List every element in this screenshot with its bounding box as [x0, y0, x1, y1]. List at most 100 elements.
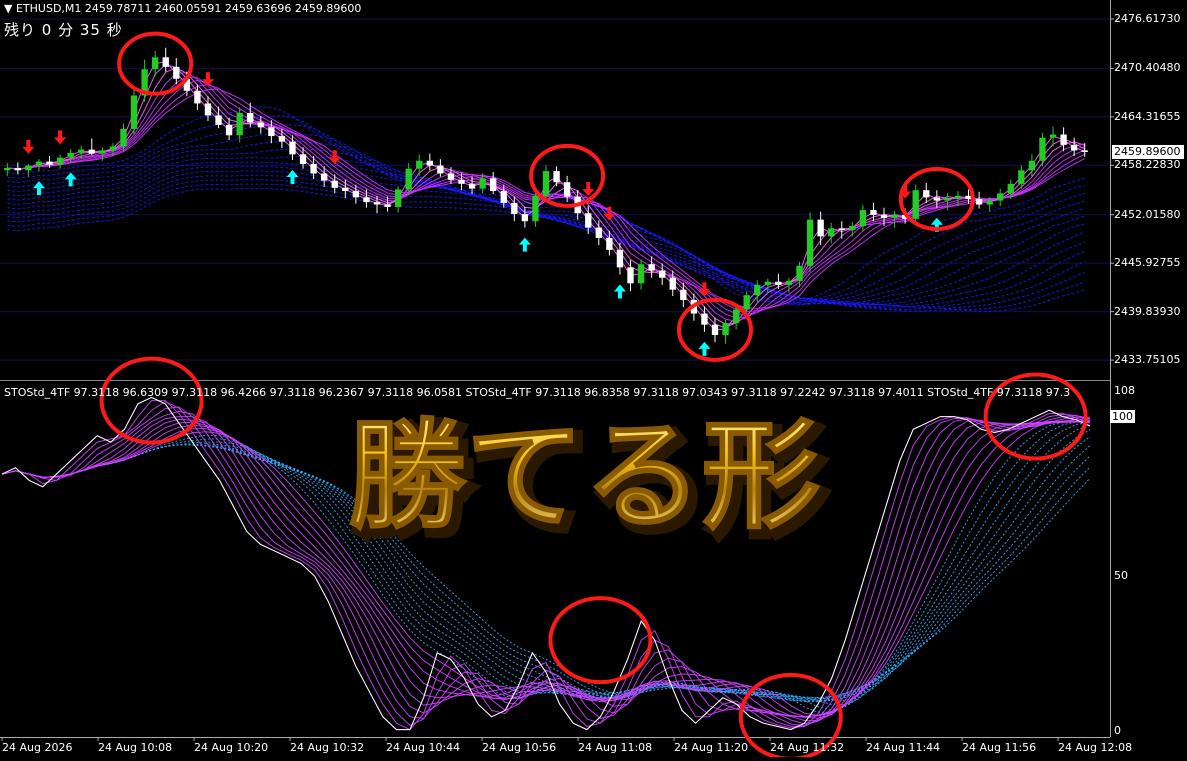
oscillator-tick-label: 0	[1114, 724, 1121, 737]
candle-body	[923, 190, 930, 198]
time-tick-label: 24 Aug 11:32	[770, 741, 845, 754]
candle-body	[849, 226, 856, 230]
oscillator-tick-label: 108	[1114, 384, 1135, 397]
candle-body	[151, 57, 159, 70]
candle-body	[67, 152, 74, 158]
candle-body	[616, 249, 624, 268]
candle-body	[511, 202, 518, 215]
candle-body	[563, 182, 571, 197]
candle-body	[247, 113, 254, 123]
candle-body	[384, 204, 391, 207]
candle-body	[743, 295, 750, 310]
candle-body	[1007, 183, 1014, 194]
candle-body	[215, 115, 222, 125]
time-tick-label: 24 Aug 10:56	[482, 741, 557, 754]
candle-body	[944, 198, 951, 201]
chart-canvas[interactable]	[0, 0, 1187, 761]
candle-body	[25, 165, 32, 171]
candle-body	[289, 141, 296, 155]
candle-body	[405, 168, 412, 190]
symbol-info-text: ETHUSD,M1 2459.78711 2460.05591 2459.636…	[15, 2, 362, 15]
candle-body	[447, 173, 455, 180]
candle-body	[627, 267, 634, 284]
symbol-info: ▼ ETHUSD,M1 2459.78711 2460.05591 2459.6…	[4, 2, 361, 15]
candle-body	[416, 160, 423, 169]
candle-body	[35, 161, 43, 166]
candle-body	[268, 127, 275, 137]
time-tick-label: 24 Aug 2026	[2, 741, 73, 754]
candle-body	[1049, 134, 1057, 138]
candle-body	[553, 171, 560, 183]
candle-body	[648, 264, 655, 271]
symbol-menu-icon[interactable]: ▼	[4, 2, 16, 15]
candle-body	[542, 171, 550, 196]
candle-body	[954, 195, 962, 199]
candle-body	[637, 264, 645, 284]
candle-body	[204, 103, 212, 116]
price-tick-label: 2433.75105	[1114, 353, 1181, 367]
candle-body	[1081, 150, 1088, 152]
candle-body	[880, 214, 888, 219]
candle-body	[1018, 170, 1025, 184]
candle-body	[775, 281, 782, 285]
candle-body	[680, 289, 687, 301]
oscillator-tick-label: 100	[1110, 409, 1135, 423]
candle-body	[46, 161, 53, 165]
candle-body	[162, 57, 169, 67]
candle-body	[785, 280, 793, 285]
chart-stage: ▼ ETHUSD,M1 2459.78711 2460.05591 2459.6…	[0, 0, 1187, 761]
candle-body	[426, 160, 433, 166]
candle-body	[975, 198, 983, 205]
candle-body	[120, 128, 127, 147]
candle-body	[806, 219, 814, 266]
candle-body	[838, 228, 845, 230]
candle-body	[997, 193, 1004, 201]
candle-body	[595, 227, 602, 238]
oscillator-tick-label: 50	[1114, 569, 1128, 583]
time-tick-label: 24 Aug 10:32	[290, 741, 365, 754]
candle-body	[1028, 160, 1036, 171]
candle-body	[796, 265, 803, 281]
candle-body	[722, 323, 729, 336]
candle-body	[711, 324, 719, 336]
candle-body	[532, 195, 539, 222]
candle-body	[321, 173, 328, 181]
time-tick-label: 24 Aug 11:20	[674, 741, 749, 754]
candle-body	[701, 313, 708, 325]
candle-body	[299, 154, 307, 164]
candle-body	[173, 66, 180, 79]
candle-body	[870, 210, 877, 215]
candle-body	[1070, 144, 1078, 151]
candle-body	[225, 124, 233, 136]
candle-body	[986, 200, 993, 205]
current-price-tag: 2459.89600	[1112, 145, 1184, 160]
candle-body	[912, 190, 919, 219]
candle-body	[1060, 134, 1067, 145]
price-tick-label: 2445.92755	[1114, 256, 1181, 270]
candle-body	[659, 270, 666, 278]
candle-body	[14, 167, 22, 171]
time-tick-label: 24 Aug 10:20	[194, 741, 269, 754]
candle-body	[310, 163, 317, 174]
price-tick-label: 2476.61730	[1114, 11, 1181, 25]
candle-body	[373, 202, 381, 205]
candle-body	[130, 95, 138, 129]
price-tick-label: 2452.01580	[1114, 207, 1181, 221]
candle-body	[109, 146, 117, 151]
candle-body	[490, 178, 497, 191]
time-tick-label: 24 Aug 11:44	[866, 741, 941, 754]
headline-text: 勝てる形	[348, 407, 820, 545]
candle-body	[352, 190, 360, 198]
time-tick-label: 24 Aug 11:56	[962, 741, 1037, 754]
candle-body	[363, 197, 370, 203]
candle-body	[88, 149, 95, 154]
time-tick-label: 24 Aug 10:44	[386, 741, 461, 754]
candle-body	[521, 214, 529, 222]
price-panel	[0, 0, 1110, 380]
candle-body	[437, 165, 444, 174]
candle-body	[754, 284, 761, 296]
price-tick-label: 2464.31655	[1114, 109, 1181, 123]
candle-body	[859, 210, 867, 227]
candle-body	[468, 183, 476, 189]
candle-body	[257, 122, 264, 128]
